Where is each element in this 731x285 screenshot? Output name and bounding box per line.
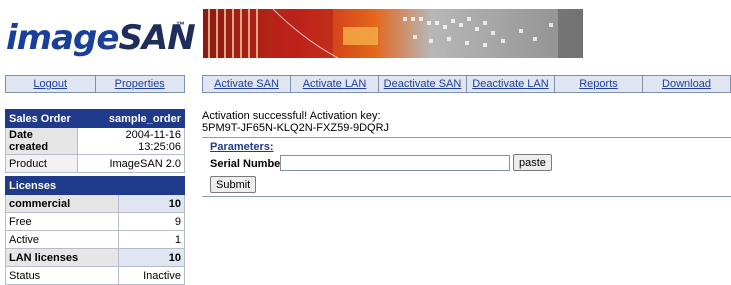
parameters-form: Parameters: Serial Number: paste Submit — [202, 137, 731, 197]
activation-key: 5PM9T-JF65N-KLQ2N-FXZ59-9DQRJ — [202, 122, 390, 134]
commercial-value: 10 — [117, 194, 186, 213]
date-created-value: 2004-11-16 13:25:06 — [76, 127, 186, 155]
serial-number-input[interactable] — [280, 155, 510, 171]
commercial-label: commercial — [5, 194, 119, 213]
table-row: commercial 10 — [5, 194, 186, 213]
licenses-title: Licenses — [5, 176, 185, 195]
deactivate-lan-link[interactable]: Deactivate LAN — [466, 76, 554, 92]
activation-success-text: Activation successful! Activation key: — [202, 110, 381, 122]
sales-order-table: Sales Order sample_order Date created 20… — [5, 109, 186, 173]
activation-message: Activation successful! Activation key: 5… — [202, 110, 602, 134]
product-label: Product — [5, 154, 78, 173]
active-value: 1 — [117, 230, 186, 249]
paste-button[interactable]: paste — [513, 154, 552, 171]
table-row: Free 9 — [5, 212, 186, 231]
submit-button[interactable]: Submit — [210, 176, 257, 193]
imagesan-logo: imageSAN ™ — [6, 18, 196, 58]
sales-order-label: Sales Order — [5, 109, 78, 128]
download-link[interactable]: Download — [642, 76, 730, 92]
sales-order-header: Sales Order sample_order — [5, 109, 186, 128]
logout-link[interactable]: Logout — [6, 76, 95, 92]
reports-link[interactable]: Reports — [554, 76, 642, 92]
top-nav: Activate SAN Activate LAN Deactivate SAN… — [202, 75, 731, 93]
activate-lan-link[interactable]: Activate LAN — [290, 76, 378, 92]
lan-licenses-label: LAN licenses — [5, 248, 119, 267]
licenses-table: Licenses commercial 10 Free 9 Active 1 L… — [5, 176, 186, 285]
header-banner-image — [203, 9, 583, 58]
lan-licenses-value: 10 — [117, 248, 186, 267]
table-row: Date created 2004-11-16 13:25:06 — [5, 127, 186, 155]
parameters-title: Parameters: — [210, 141, 274, 153]
serial-number-label: Serial Number: — [210, 158, 289, 170]
table-row: Product ImageSAN 2.0 — [5, 154, 186, 173]
table-row: LAN licenses 10 — [5, 248, 186, 267]
deactivate-san-link[interactable]: Deactivate SAN — [378, 76, 466, 92]
properties-link[interactable]: Properties — [94, 76, 185, 92]
date-created-label: Date created — [5, 127, 78, 155]
left-nav: Logout Properties — [5, 75, 185, 93]
product-value: ImageSAN 2.0 — [76, 154, 186, 173]
free-label: Free — [5, 212, 119, 231]
sales-order-value: sample_order — [76, 109, 186, 128]
table-row: Active 1 — [5, 230, 186, 249]
active-label: Active — [5, 230, 119, 249]
licenses-header: Licenses — [5, 176, 185, 195]
activate-san-link[interactable]: Activate SAN — [203, 76, 290, 92]
free-value: 9 — [117, 212, 186, 231]
